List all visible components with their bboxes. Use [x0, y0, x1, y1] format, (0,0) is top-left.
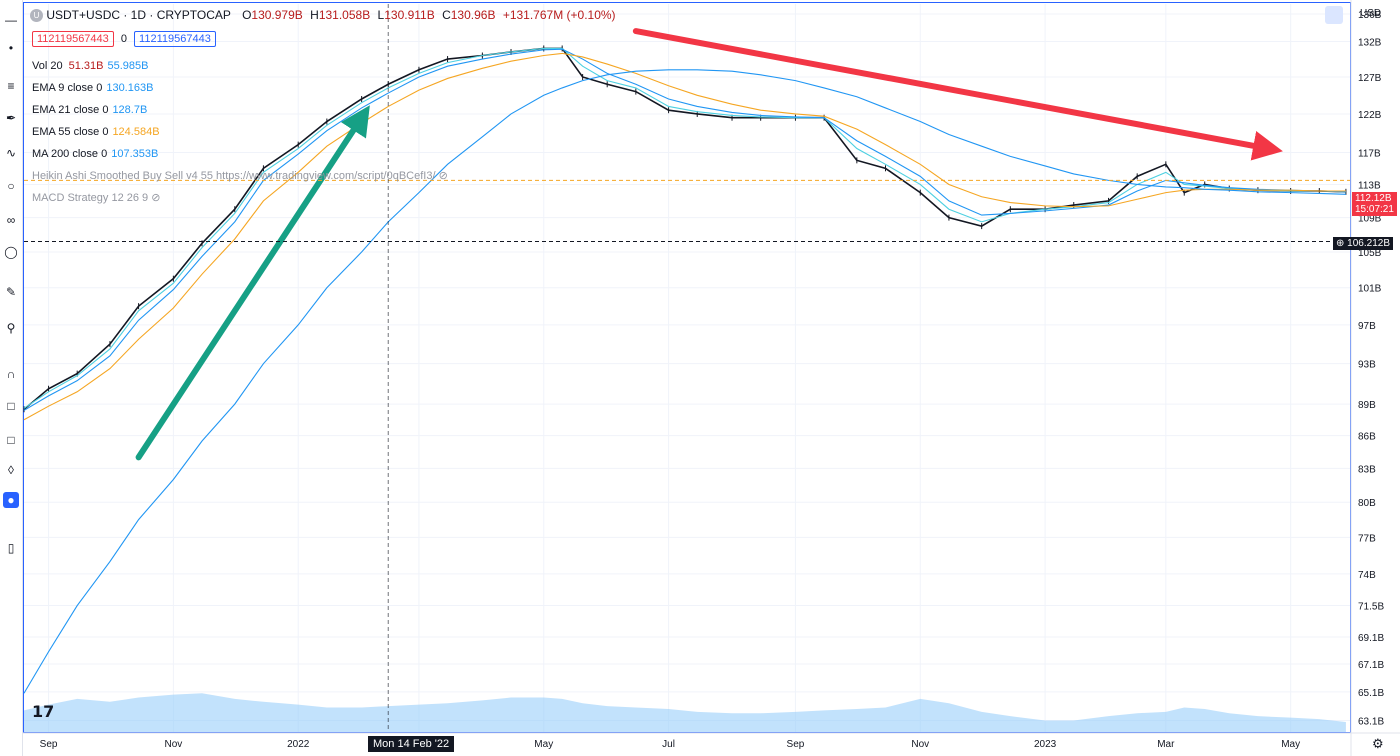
time-tick-label: May: [534, 739, 553, 750]
id-box-blue[interactable]: 112119567443: [134, 31, 216, 47]
time-tick-label: Nov: [911, 739, 929, 750]
price-tick-label: 83B: [1358, 464, 1376, 475]
indicator-row[interactable]: Vol 20 51.31B 55.985B: [32, 60, 148, 72]
indicator-row[interactable]: MA 200 close 0 107.353B: [32, 148, 158, 160]
symbol-header: U USDT+USDC · 1D · CRYPTOCAP O130.979B H…: [30, 8, 620, 23]
id-row: 112119567443 0 112119567443: [32, 31, 216, 47]
currency-label[interactable]: USD: [1360, 8, 1381, 19]
indicator-value: 124.584B: [112, 126, 160, 138]
indicator-name: Vol 20: [32, 60, 63, 72]
crosshair-date: Mon 14 Feb '22: [368, 736, 455, 752]
price-tick-label: 93B: [1358, 360, 1376, 371]
current-price: 112.12B: [1355, 193, 1392, 204]
price-tick-label: 63.1B: [1358, 717, 1384, 728]
symbol-title[interactable]: USDT+USDC · 1D · CRYPTOCAP: [46, 8, 230, 22]
series-line-2: [23, 48, 1346, 411]
volume-area-shape: [24, 693, 1346, 732]
series-line-4: [23, 69, 1346, 694]
time-tick-label: Sep: [40, 739, 58, 750]
indicator-row[interactable]: EMA 55 close 0 124.584B: [32, 126, 160, 138]
hidden-indicator-heikin[interactable]: Heikin Ashi Smoothed Buy Sell v4 55 http…: [32, 169, 448, 182]
indicator-name: MA 200 close 0: [32, 148, 108, 160]
indicator-value: 51.31B: [68, 60, 104, 72]
indicator-value: 130.163B: [106, 82, 154, 94]
price-tick-label: 132B: [1358, 37, 1382, 48]
tradingview-logo[interactable]: 17: [32, 702, 54, 721]
indicator-row[interactable]: EMA 9 close 0 130.163B: [32, 82, 153, 94]
indicator-value: 128.7B: [112, 104, 148, 116]
indicator-row[interactable]: EMA 21 close 0 128.7B: [32, 104, 147, 116]
price-axis[interactable]: 136B132B127B122B117B113B109B105B101B97B9…: [1350, 0, 1384, 756]
time-tick-label: Nov: [164, 739, 182, 750]
time-axis[interactable]: SepNov2022MarMayJulSepNov2023MarMay: [22, 732, 1400, 750]
price-tick-label: 89B: [1358, 400, 1376, 411]
price-tick-label: 117B: [1358, 148, 1381, 159]
indicator-name: EMA 9 close 0: [32, 82, 103, 94]
indicator-value: 107.353B: [111, 148, 159, 160]
ohlc-open: 130.979B: [251, 8, 303, 22]
ohlc-high: 131.058B: [318, 8, 371, 22]
price-tick-label: 71.5B: [1358, 602, 1384, 613]
ohlc-change: +131.767M (+0.10%): [502, 8, 616, 22]
series-lines: [23, 45, 1347, 694]
id-box-red[interactable]: 112119567443: [32, 31, 114, 47]
price-tick-label: 122B: [1358, 110, 1382, 121]
price-tick-label: 69.1B: [1358, 633, 1384, 644]
ohlc-values: O130.979B H131.058B L130.911B C130.96B +…: [242, 8, 616, 22]
price-tick-label: 127B: [1358, 73, 1382, 84]
countdown: 15:07:21: [1355, 204, 1394, 215]
eye-off-icon[interactable]: ⊘: [151, 192, 160, 204]
ohlc-low: 130.911B: [384, 8, 435, 22]
volume-area: [24, 693, 1346, 732]
price-tick-label: 86B: [1358, 432, 1376, 443]
time-tick-label: Jul: [662, 739, 675, 750]
hidden-indicator-macd[interactable]: MACD Strategy 12 26 9 ⊘: [32, 191, 160, 204]
trend-arrow: [632, 28, 1283, 161]
time-tick-label: Mar: [1157, 739, 1175, 750]
chart-options-icon[interactable]: [1325, 6, 1343, 24]
series-line-0: [23, 47, 1346, 410]
price-tick-label: 74B: [1358, 570, 1376, 581]
series-line-3: [23, 52, 1346, 421]
indicator-name: EMA 55 close 0: [32, 126, 109, 138]
chart-canvas[interactable]: 136B132B127B122B117B113B109B105B101B97B9…: [0, 0, 1400, 756]
price-tick-label: 80B: [1358, 498, 1376, 509]
current-price-badge: 112.12B 15:07:21: [1352, 192, 1397, 216]
add-icon[interactable]: ⊕: [1336, 238, 1344, 249]
crosshair-price-badge[interactable]: ⊕ 106.212B: [1333, 237, 1393, 250]
ohlc-close: 130.96B: [450, 8, 496, 22]
symbol-logo: U: [30, 9, 43, 23]
time-tick-label: 2023: [1034, 739, 1057, 750]
series-line-1: [23, 47, 1346, 409]
price-tick-label: 97B: [1358, 321, 1376, 332]
eye-off-icon[interactable]: ⊘: [439, 170, 448, 182]
crosshair-price: 106.212B: [1347, 238, 1390, 249]
price-tick-label: 67.1B: [1358, 660, 1384, 671]
price-tick-label: 101B: [1358, 284, 1382, 295]
time-tick-label: 2022: [287, 739, 310, 750]
price-tick-label: 113B: [1358, 180, 1381, 191]
gear-icon[interactable]: ⚙: [1372, 736, 1384, 752]
time-tick-label: Sep: [787, 739, 805, 750]
id-separator: 0: [120, 33, 127, 45]
time-tick-label: May: [1281, 739, 1300, 750]
indicator-value: 55.985B: [107, 60, 149, 72]
price-tick-label: 65.1B: [1358, 688, 1384, 699]
indicator-name: EMA 21 close 0: [32, 104, 109, 116]
price-tick-label: 77B: [1358, 533, 1376, 544]
